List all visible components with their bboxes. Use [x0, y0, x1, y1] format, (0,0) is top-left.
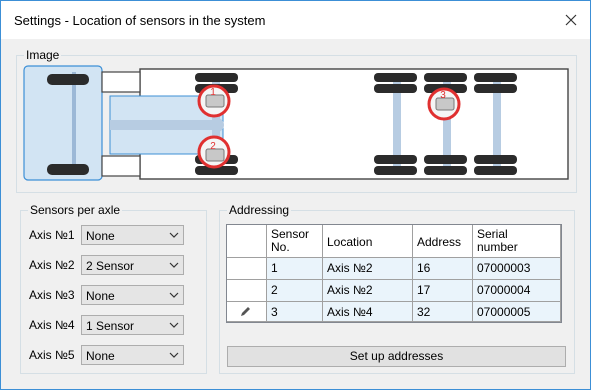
axis-3-label: Axis №3	[29, 288, 75, 302]
coupling-block-top	[101, 71, 141, 93]
addressing-table: Sensor No. Location Address Serial numbe…	[226, 224, 562, 323]
axis-5-value: None	[86, 349, 115, 363]
dialog-body: Image 1 2 3 Sensors per axle Axis №1 Non…	[1, 39, 590, 389]
close-icon	[565, 14, 577, 26]
axle3-wheel-bottom-inner	[374, 155, 417, 164]
axis-1-select[interactable]: None	[81, 225, 184, 245]
table-cell-sensor-no[interactable]: 3	[267, 302, 323, 322]
row-header-editing[interactable]	[227, 302, 267, 322]
row-header[interactable]	[227, 280, 267, 302]
column-header-address[interactable]: Address	[413, 225, 473, 258]
row-header[interactable]	[227, 258, 267, 280]
table-corner-header	[227, 225, 267, 258]
sensor-marker-1[interactable]: 1	[197, 84, 231, 118]
sensors-per-axle-group: Sensors per axle Axis №1 None Axis №2 2 …	[20, 203, 207, 374]
axis-3-value: None	[86, 289, 115, 303]
axle5-wheel-bottom-inner	[474, 155, 517, 164]
axle4-wheel-bottom-inner	[424, 155, 467, 164]
sensor-3-number: 3	[440, 90, 446, 101]
axle5-wheel-top-outer	[474, 73, 517, 82]
pencil-icon	[241, 307, 250, 316]
chevron-down-icon	[169, 262, 179, 268]
sensor-marker-3[interactable]: 3	[427, 87, 461, 121]
table-cell-address[interactable]: 32	[413, 302, 473, 322]
axis-2-value: 2 Sensor	[86, 259, 135, 273]
chevron-down-icon	[169, 322, 179, 328]
chevron-down-icon	[169, 292, 179, 298]
table-cell-sensor-no[interactable]: 1	[267, 258, 323, 280]
table-cell-address[interactable]: 17	[413, 280, 473, 302]
image-group: Image 1 2 3	[16, 48, 577, 193]
coupling-block-bottom	[101, 155, 141, 177]
table-cell-location[interactable]: Axis №2	[323, 258, 413, 280]
axis-5-select[interactable]: None	[81, 345, 184, 365]
vehicle-diagram: 1 2 3	[23, 65, 569, 181]
cab-axle-shaft	[72, 72, 76, 172]
axle3-wheel-bottom-outer	[374, 166, 417, 175]
column-header-sensor-no[interactable]: Sensor No.	[267, 225, 323, 258]
axis-5-label: Axis №5	[29, 348, 75, 362]
sensors-group-legend: Sensors per axle	[28, 203, 123, 217]
axle4-wheel-bottom-outer	[424, 166, 467, 175]
sensor-1-number: 1	[210, 87, 216, 98]
table-cell-serial[interactable]: 07000004	[473, 280, 561, 302]
driveshaft-bar	[110, 120, 220, 130]
axis-3-select[interactable]: None	[81, 285, 184, 305]
axis-2-label: Axis №2	[29, 258, 75, 272]
axle1-wheel-bottom	[47, 164, 89, 175]
axis-4-value: 1 Sensor	[86, 319, 135, 333]
axis-1-value: None	[86, 229, 115, 243]
set-up-addresses-button[interactable]: Set up addresses	[227, 346, 566, 367]
table-cell-serial[interactable]: 07000003	[473, 258, 561, 280]
table-cell-location[interactable]: Axis №4	[323, 302, 413, 322]
axle3-wheel-top-inner	[374, 84, 417, 93]
addressing-group: Addressing Sensor No. Location Address S…	[219, 203, 575, 374]
column-header-location[interactable]: Location	[323, 225, 413, 258]
axle4-wheel-top-outer	[424, 73, 467, 82]
sensor-marker-2[interactable]: 2	[197, 135, 231, 169]
axis-4-label: Axis №4	[29, 318, 75, 332]
sensor-2-number: 2	[210, 141, 216, 152]
axle1-wheel-top	[47, 74, 89, 85]
chevron-down-icon	[169, 232, 179, 238]
table-cell-address[interactable]: 16	[413, 258, 473, 280]
chevron-down-icon	[169, 352, 179, 358]
addressing-group-legend: Addressing	[227, 203, 292, 217]
window-title: Settings - Location of sensors in the sy…	[14, 13, 266, 28]
axle5-wheel-bottom-outer	[474, 166, 517, 175]
table-cell-serial[interactable]: 07000005	[473, 302, 561, 322]
axle3-wheel-top-outer	[374, 73, 417, 82]
column-header-serial[interactable]: Serial number	[473, 225, 561, 258]
axis-1-label: Axis №1	[29, 228, 75, 242]
close-button[interactable]	[558, 7, 584, 33]
axis-4-select[interactable]: 1 Sensor	[81, 315, 184, 335]
title-bar: Settings - Location of sensors in the sy…	[1, 1, 590, 39]
axis-2-select[interactable]: 2 Sensor	[81, 255, 184, 275]
axle2-wheel-top-outer	[195, 73, 238, 82]
table-cell-sensor-no[interactable]: 2	[267, 280, 323, 302]
settings-window: Settings - Location of sensors in the sy…	[0, 0, 591, 390]
axle5-wheel-top-inner	[474, 84, 517, 93]
table-cell-location[interactable]: Axis №2	[323, 280, 413, 302]
